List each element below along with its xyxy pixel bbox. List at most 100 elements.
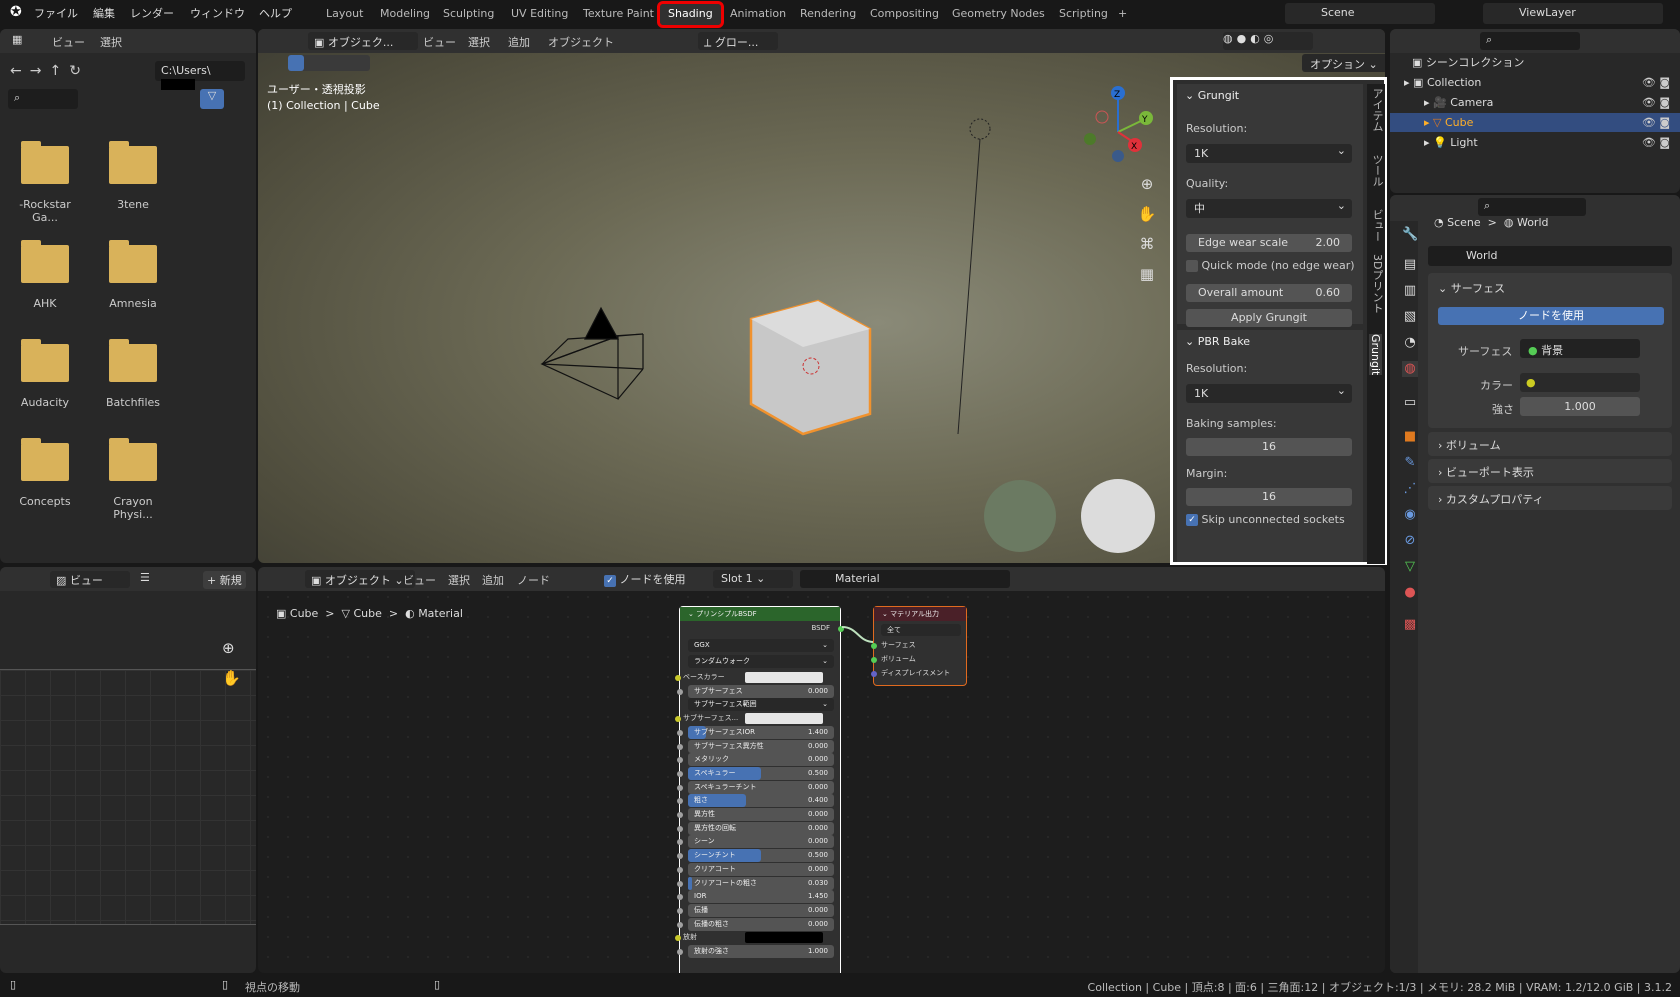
particles-tab-icon[interactable]: ⋰ xyxy=(1402,481,1418,497)
workspace-tab[interactable]: Geometry Nodes xyxy=(944,4,1053,25)
menu-item[interactable]: ヘルプ xyxy=(259,5,292,21)
quick-mode-checkbox[interactable]: Quick mode (no edge wear) xyxy=(1186,259,1355,272)
image-nav-icons[interactable]: ⊕ ✋ xyxy=(222,633,241,693)
collapsed-panel[interactable]: › ボリューム xyxy=(1428,432,1672,456)
filter-icon[interactable]: ▽ xyxy=(200,89,224,109)
add-workspace-button[interactable]: + xyxy=(1110,4,1135,25)
editor-type-icon[interactable]: ▦ xyxy=(12,33,22,46)
folder-item[interactable]: Concepts xyxy=(10,438,80,508)
modifier-tab-icon[interactable]: ✎ xyxy=(1402,455,1418,471)
overall-amount-field[interactable]: Overall amount 0.60 xyxy=(1186,284,1352,302)
path-field[interactable]: C:\Users\ xyxy=(155,61,245,90)
apply-grungit-button[interactable]: Apply Grungit xyxy=(1186,309,1352,327)
resolution-dropdown[interactable]: 1K xyxy=(1186,141,1352,163)
quality-dropdown[interactable]: 中 xyxy=(1186,196,1352,218)
visibility-icon[interactable]: 👁 ◙ xyxy=(1642,113,1670,132)
collapsed-panel[interactable]: › カスタムプロパティ xyxy=(1428,486,1672,510)
strength-field[interactable]: 1.000 xyxy=(1520,397,1640,416)
material-output-node[interactable]: ⌄ マテリアル出力 全て サーフェス ボリューム ディスプレイスメント xyxy=(871,606,967,686)
workspace-tab[interactable]: UV Editing xyxy=(503,4,576,25)
physics-tab-icon[interactable]: ◉ xyxy=(1402,507,1418,523)
folder-item[interactable]: Amnesia xyxy=(98,240,168,310)
samples-field[interactable]: 16 xyxy=(1186,438,1352,456)
folder-item[interactable]: Batchfiles xyxy=(98,339,168,409)
workspace-tab[interactable]: Shading xyxy=(657,1,724,28)
workspace-tab[interactable]: Animation xyxy=(722,4,794,25)
menu-item[interactable]: 編集 xyxy=(93,5,115,21)
workspace-tab[interactable]: Scripting xyxy=(1051,4,1116,25)
data-tab-icon[interactable]: ▽ xyxy=(1402,559,1418,575)
folder-item[interactable]: -Rockstar Ga... xyxy=(10,141,80,224)
object-tab-icon[interactable]: ■ xyxy=(1402,429,1418,445)
scene-collection-row[interactable]: ▣ シーンコレクション xyxy=(1390,53,1680,72)
output-node-header[interactable]: ⌄ マテリアル出力 xyxy=(874,607,966,621)
sidebar-tab[interactable]: Grungit xyxy=(1369,334,1382,376)
image-view-menu[interactable]: ▨ ビュー xyxy=(50,571,130,588)
use-nodes-button[interactable]: ノードを使用 xyxy=(1438,307,1664,325)
sidebar-tab[interactable]: 3Dプリント xyxy=(1369,254,1385,313)
output-target-dropdown[interactable]: 全て xyxy=(881,624,961,636)
menu-select[interactable]: 選択 xyxy=(100,34,122,50)
outliner-row[interactable]: ▸ 🎥 Camera 👁 ◙ xyxy=(1390,93,1680,112)
workspace-tab[interactable]: Texture Paint xyxy=(575,4,662,25)
output-tab-icon[interactable]: ▥ xyxy=(1402,283,1418,299)
image-grid[interactable] xyxy=(0,669,256,925)
menu-view[interactable]: ビュー xyxy=(52,34,85,50)
skip-unconnected-checkbox[interactable]: ✓ Skip unconnected sockets xyxy=(1186,513,1345,526)
menu-item[interactable]: ウィンドウ xyxy=(190,5,245,21)
workspace-tab[interactable]: Sculpting xyxy=(435,4,502,25)
workspace-tab[interactable]: Modeling xyxy=(372,4,438,25)
tool-tab-icon[interactable]: 🔧 xyxy=(1402,227,1418,243)
view-navigation-icons[interactable]: ⊕ ✋ ⌘ ▦ xyxy=(1134,169,1160,289)
new-image-button[interactable]: + 新規 xyxy=(203,571,246,589)
collection-tab-icon[interactable]: ▭ xyxy=(1402,395,1418,411)
hamburger-icon[interactable]: ☰ xyxy=(140,571,150,584)
outliner-row[interactable]: ▸ 💡 Light 👁 ◙ xyxy=(1390,133,1680,152)
sidebar-tab[interactable]: ツール xyxy=(1369,154,1385,187)
visibility-icon[interactable]: 👁 ◙ xyxy=(1642,93,1670,112)
scene-tab-icon[interactable]: ◔ xyxy=(1402,335,1418,351)
search-input[interactable]: ⌕ xyxy=(8,89,78,109)
grungit-panel-header[interactable]: ⌄ Grungit xyxy=(1185,89,1239,102)
folder-item[interactable]: Audacity xyxy=(10,339,80,409)
texture-tab-icon[interactable]: ▩ xyxy=(1402,617,1418,633)
color-field[interactable]: ● xyxy=(1520,373,1640,392)
edge-wear-scale-field[interactable]: Edge wear scale 2.00 xyxy=(1186,234,1352,252)
shader-node-editor[interactable]: ▣ オブジェクト ⌄ ビュー 選択 追加 ノード ✓ ノードを使用 Slot 1 ⌄ … xyxy=(258,567,1385,973)
nav-buttons[interactable]: ←→↑↻ xyxy=(10,63,89,79)
material-tab-icon[interactable]: ● xyxy=(1402,585,1418,601)
render-tab-icon[interactable]: ▤ xyxy=(1402,257,1418,273)
sidebar-tab[interactable]: アイテム xyxy=(1369,88,1385,132)
properties-search[interactable]: ⌕ xyxy=(1478,198,1586,216)
folder-item[interactable]: AHK xyxy=(10,240,80,310)
collapsed-panel[interactable]: › ビューポート表示 xyxy=(1428,459,1672,483)
view-layer-tab-icon[interactable]: ▧ xyxy=(1402,309,1418,325)
outliner-search[interactable]: ⌕ xyxy=(1480,32,1580,50)
outliner-row[interactable]: ▸ ▣ Collection 👁 ◙ xyxy=(1390,73,1680,92)
input-socket[interactable] xyxy=(871,643,877,649)
folder-item[interactable]: Crayon Physi... xyxy=(98,438,168,521)
sidebar-tab[interactable]: ビュー xyxy=(1369,209,1385,242)
input-socket[interactable] xyxy=(871,671,877,677)
surface-panel-header[interactable]: ⌄ サーフェス xyxy=(1438,280,1505,296)
input-socket[interactable] xyxy=(871,657,877,663)
blender-logo-icon[interactable]: ✪ xyxy=(10,4,22,20)
margin-field[interactable]: 16 xyxy=(1186,488,1352,506)
bake-resolution-dropdown[interactable]: 1K xyxy=(1186,381,1352,403)
visibility-icon[interactable]: 👁 ◙ xyxy=(1642,133,1670,152)
folder-item[interactable]: 3tene xyxy=(98,141,168,211)
scene-selector[interactable]: Scene xyxy=(1285,3,1435,24)
world-datablock-field[interactable]: World xyxy=(1428,246,1672,266)
surface-shader-field[interactable]: ● 背景 xyxy=(1520,339,1640,358)
visibility-icon[interactable]: 👁 ◙ xyxy=(1642,73,1670,92)
view-layer-selector[interactable]: ViewLayer xyxy=(1483,3,1663,24)
workspace-tab[interactable]: Compositing xyxy=(862,4,947,25)
workspace-tab[interactable]: Layout xyxy=(318,4,371,25)
workspace-tab[interactable]: Rendering xyxy=(792,4,864,25)
world-tab-icon[interactable]: ◍ xyxy=(1402,361,1418,377)
constraints-tab-icon[interactable]: ⊘ xyxy=(1402,533,1418,549)
outliner-row[interactable]: ▸ ▽ Cube 👁 ◙ xyxy=(1390,113,1680,132)
pbr-bake-header[interactable]: ⌄ PBR Bake xyxy=(1185,335,1250,348)
menu-item[interactable]: ファイル xyxy=(34,5,78,21)
menu-item[interactable]: レンダー xyxy=(130,5,174,21)
